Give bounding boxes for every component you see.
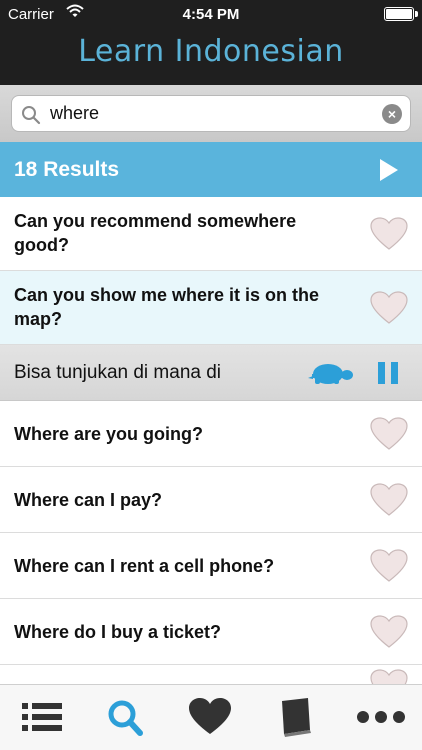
book-icon[interactable] [274, 697, 318, 737]
heart-icon[interactable] [188, 697, 232, 737]
more-icon[interactable] [356, 697, 405, 737]
search-bar: where × [0, 85, 422, 142]
search-icon[interactable] [104, 697, 148, 737]
search-input[interactable]: where × [11, 95, 411, 132]
list-icon[interactable] [20, 697, 64, 737]
heart-icon[interactable] [370, 417, 408, 451]
translation-text: Bisa tunjukan di mana di [14, 362, 222, 383]
status-time: 4:54 PM [182, 6, 240, 23]
tab-bar [0, 684, 422, 750]
phrase-text: Can you recommend somewhere good? [14, 211, 297, 255]
list-item-partial[interactable] [0, 665, 422, 684]
heart-icon[interactable] [370, 669, 408, 684]
top-bar: Carrier 4:54 PM Learn Indonesian [0, 0, 422, 85]
battery-icon [384, 7, 418, 21]
turtle-slow-icon[interactable] [306, 361, 354, 390]
phrase-text: Where are you going? [14, 424, 204, 444]
heart-icon[interactable] [370, 291, 408, 325]
pause-icon[interactable] [378, 362, 398, 384]
list-item[interactable]: Where do I buy a ticket? [0, 599, 422, 665]
search-value: where [50, 103, 100, 123]
phrase-text: Where can I rent a cell phone? [14, 556, 275, 576]
phrase-text: Can you show me where it is on the map? [14, 285, 320, 329]
phrase-text: Where do I buy a ticket? [14, 622, 222, 642]
list-item[interactable]: Can you recommend somewhere good? [0, 197, 422, 271]
heart-icon[interactable] [370, 217, 408, 251]
list-item[interactable]: Where are you going? [0, 401, 422, 467]
translation-row: Bisa tunjukan di mana di [0, 345, 422, 401]
heart-icon[interactable] [370, 615, 408, 649]
results-count: 18 Results [14, 158, 120, 181]
play-icon[interactable] [380, 159, 398, 181]
status-bar: Carrier 4:54 PM [0, 0, 422, 30]
list-item[interactable]: Where can I rent a cell phone? [0, 533, 422, 599]
phrase-list: Can you recommend somewhere good? Can yo… [0, 197, 422, 684]
clear-icon[interactable]: × [382, 104, 402, 124]
search-icon [21, 105, 41, 130]
page-title: Learn Indonesian [78, 34, 344, 69]
phrase-text: Where can I pay? [14, 490, 163, 510]
results-bar: 18 Results [0, 142, 422, 197]
list-item[interactable]: Where can I pay? [0, 467, 422, 533]
list-item-selected[interactable]: Can you show me where it is on the map? [0, 271, 422, 345]
heart-icon[interactable] [370, 483, 408, 517]
heart-icon[interactable] [370, 549, 408, 583]
